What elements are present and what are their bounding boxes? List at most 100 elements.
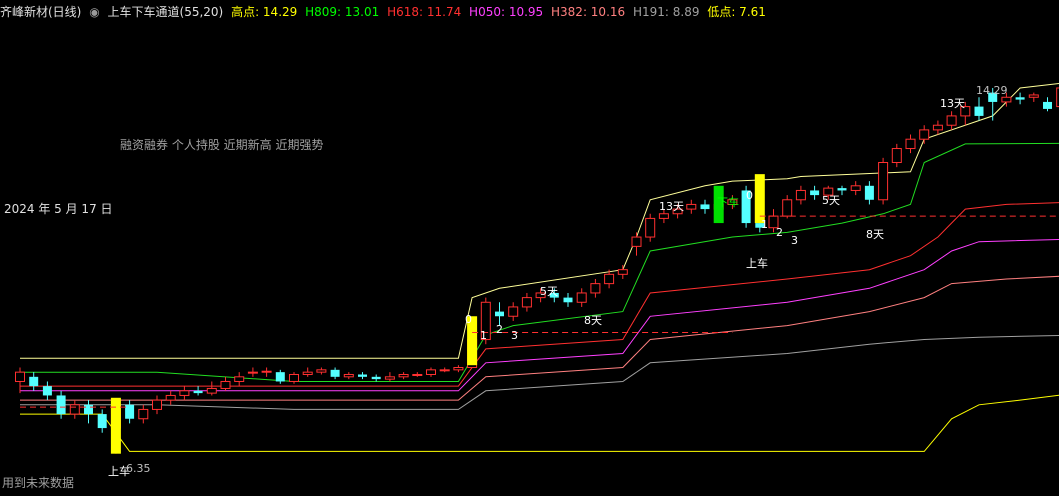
candle-body — [426, 369, 436, 375]
value-h809: H809: 13.01 — [305, 5, 380, 19]
candle-body — [29, 376, 39, 387]
n1-label-2: 1 — [761, 218, 768, 231]
channel-line-5 — [20, 334, 1059, 410]
candle-body — [576, 292, 587, 303]
n1-label-1: 1 — [480, 329, 487, 342]
candle-body — [891, 148, 902, 164]
candle-body — [220, 380, 231, 389]
candle-body — [795, 189, 806, 201]
candle-body — [631, 236, 642, 247]
stock-tags: 融资融券 个人持股 近期新高 近期强势 — [120, 138, 324, 152]
candle-body — [658, 213, 669, 219]
candle-body — [15, 371, 25, 382]
value-h050: H050: 10.95 — [469, 5, 544, 19]
value-h191: H191: 8.89 — [632, 5, 700, 19]
candle-body — [878, 162, 889, 201]
channel-line-1 — [20, 142, 1059, 382]
candle-body — [316, 369, 327, 373]
candle-body — [919, 129, 930, 140]
days8-label-1: 8天 — [584, 314, 602, 327]
candle-body — [932, 124, 943, 131]
candle-body — [1043, 101, 1052, 109]
candle-body — [234, 376, 245, 382]
candle-body — [782, 199, 793, 217]
candle-body — [165, 394, 176, 401]
candle-body — [974, 106, 984, 116]
dashed-levels — [20, 215, 1059, 408]
candle-body — [850, 185, 861, 191]
channel-line-3 — [20, 238, 1059, 392]
candle-body — [138, 408, 149, 420]
candle-body — [412, 373, 423, 376]
candle-body — [864, 185, 874, 200]
candle-body — [384, 376, 395, 380]
candle-body — [439, 369, 450, 372]
value-high: 高点: 14.29 — [231, 5, 298, 19]
candle-body — [247, 371, 258, 374]
signal-bar-buy — [110, 397, 121, 454]
candle-body — [508, 306, 519, 317]
candle-body — [371, 376, 381, 380]
candle-body — [289, 373, 299, 382]
candle-body — [275, 372, 285, 382]
value-h382: H382: 10.16 — [551, 5, 626, 19]
candle-body — [946, 115, 957, 126]
candle-body — [645, 217, 656, 238]
candle-body — [261, 370, 272, 373]
indicator-header: 齐峰新材(日线) ◉ 上车下车通道(55,20) 高点: 14.29 H809:… — [0, 0, 1059, 24]
value-low: 低点: 7.61 — [707, 5, 766, 19]
indicator-name: 上车下车通道(55,20) — [107, 5, 224, 19]
candle-body — [193, 390, 203, 394]
future-data-note: 用到未来数据 — [2, 476, 75, 490]
candle-body — [604, 273, 615, 285]
candle-body — [398, 373, 409, 378]
n0-label-2: 0 — [746, 189, 753, 202]
n3-label-2: 3 — [791, 234, 798, 247]
candle-body — [521, 297, 532, 308]
candle-body — [700, 204, 710, 210]
date-label: 2024 年 5 月 17 日 — [4, 202, 113, 216]
candle-body — [563, 297, 573, 303]
kline-chart[interactable]: 上车 6.35 0 1 2 3 5天 8天 13天 下车 0 1 2 3 上车 … — [0, 24, 1059, 496]
buy-label-2: 上车 — [746, 256, 768, 270]
candle-body — [69, 404, 80, 415]
candle-body — [84, 404, 93, 415]
days5-label-1: 5天 — [540, 285, 558, 298]
channel-line-0 — [20, 83, 1059, 359]
candle-body — [206, 387, 217, 394]
candle-body — [905, 138, 916, 150]
n2-label-2: 2 — [776, 226, 783, 239]
low-price-label: 6.35 — [126, 462, 151, 475]
sell-label: 下车 — [717, 195, 739, 209]
stock-title: 齐峰新材(日线) — [0, 5, 82, 19]
candle-body — [302, 371, 313, 375]
candle-body — [97, 414, 107, 429]
days13-label-1: 13天 — [659, 200, 684, 213]
candle-body — [42, 386, 52, 396]
n2-label-1: 2 — [496, 323, 503, 336]
candle-body — [495, 311, 504, 317]
candle-body — [56, 395, 66, 415]
days13-label-2: 13天 — [940, 97, 965, 110]
candle-body — [590, 283, 601, 294]
candle-body — [179, 390, 190, 396]
candle-body — [358, 374, 367, 377]
candle-body — [330, 369, 340, 377]
candle-body — [617, 269, 628, 275]
channel-line-6 — [20, 394, 1059, 452]
candle-body — [1028, 94, 1039, 98]
candle-body — [837, 188, 847, 191]
value-h618: H618: 11.74 — [387, 5, 462, 19]
n0-label-1: 0 — [465, 313, 472, 326]
n3-label-1: 3 — [511, 329, 518, 342]
candle-body — [343, 373, 354, 378]
days8-label-2: 8天 — [866, 228, 884, 241]
indicator-dot-icon: ◉ — [89, 5, 100, 19]
candle-body — [152, 399, 162, 410]
candle-body — [125, 404, 135, 419]
candle-body — [1015, 97, 1025, 100]
candle-body — [1001, 96, 1012, 103]
candle-body — [453, 367, 464, 371]
high-price-label: 14.29 — [976, 84, 1008, 97]
candle-body — [810, 190, 820, 196]
